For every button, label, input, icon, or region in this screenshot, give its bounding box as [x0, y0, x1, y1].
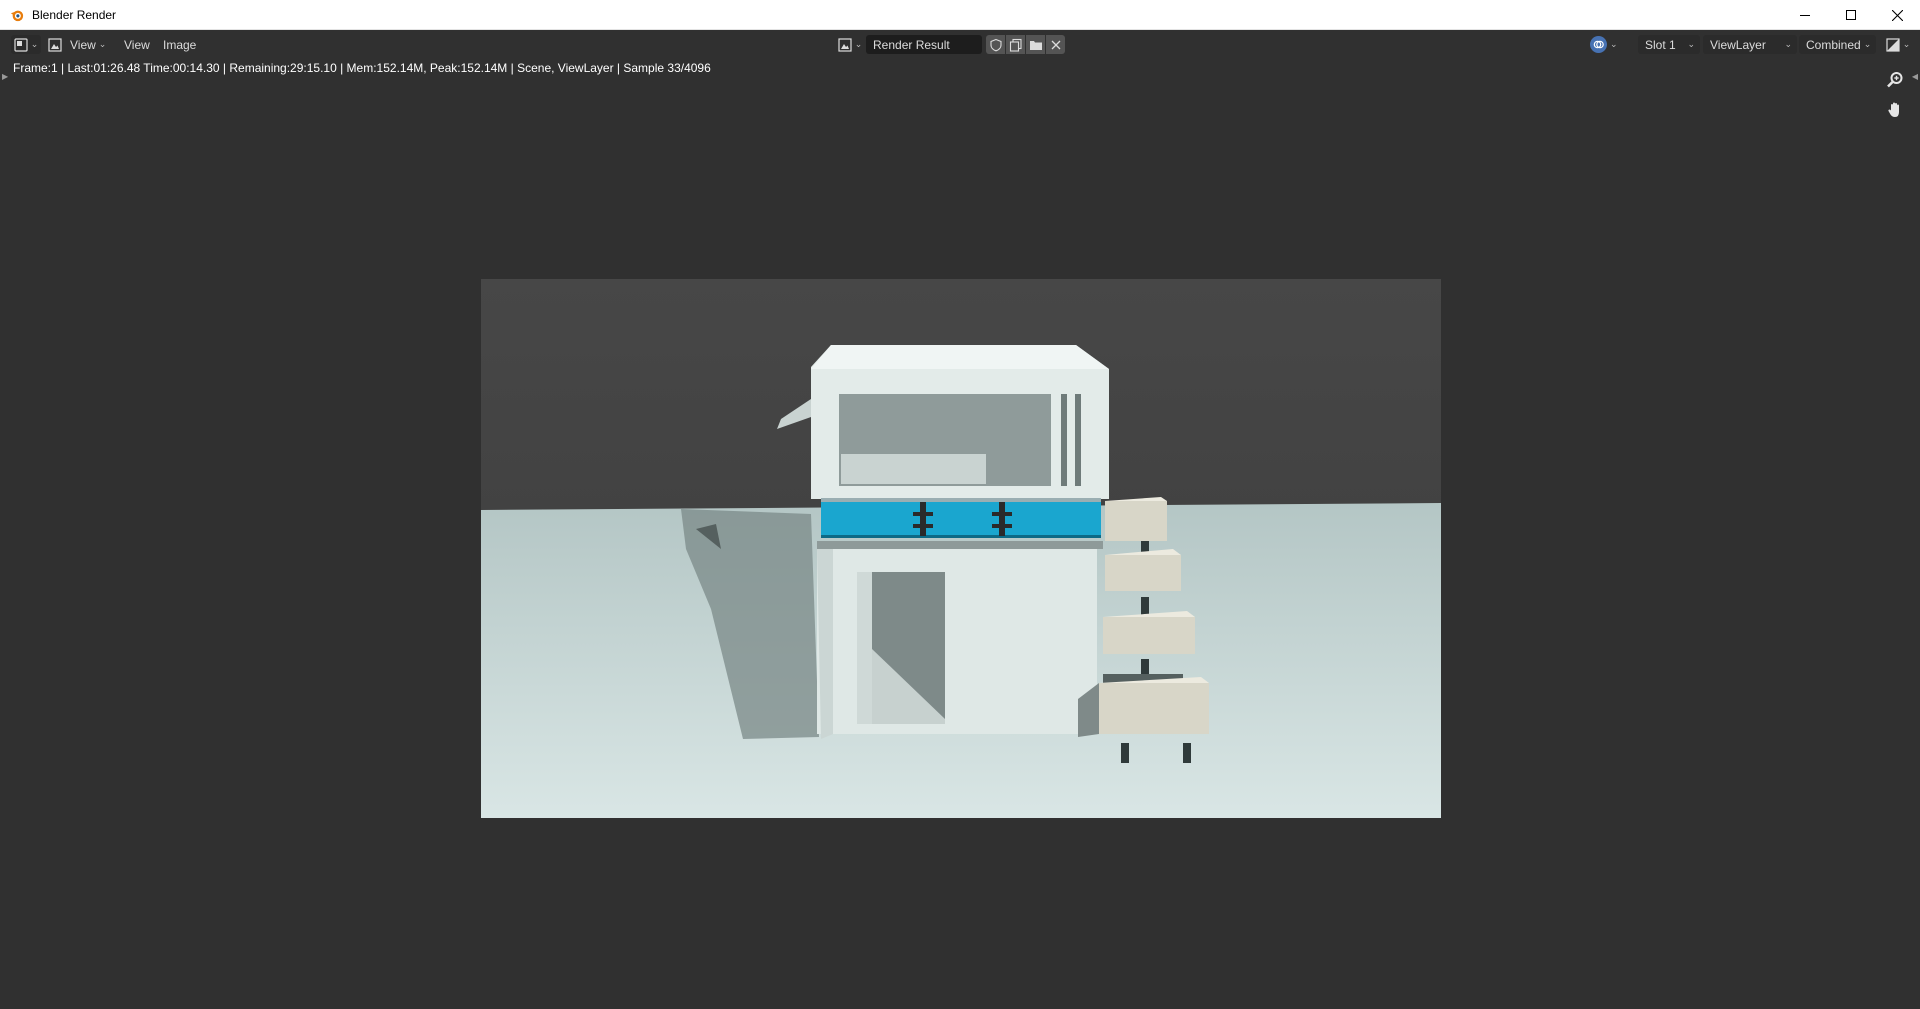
- image-name-field[interactable]: Render Result: [866, 35, 982, 54]
- view-mode-dropdown[interactable]: View ⌄: [48, 35, 106, 54]
- open-image-button[interactable]: [1026, 35, 1045, 54]
- window-title-bar: Blender Render: [0, 0, 1920, 30]
- unlink-image-button[interactable]: [1046, 35, 1065, 54]
- browse-image-button[interactable]: ⌄: [836, 35, 864, 54]
- render-result-image: [481, 279, 1441, 818]
- overlay-icon: [1590, 36, 1607, 53]
- menu-view[interactable]: View: [124, 35, 150, 54]
- slot-dropdown[interactable]: Slot 1 ⌄: [1638, 35, 1700, 54]
- render-pass-dropdown[interactable]: Combined ⌄: [1799, 35, 1876, 54]
- chevron-down-icon: ⌄: [1784, 39, 1792, 50]
- window-controls: [1782, 0, 1920, 30]
- chevron-down-icon: ⌄: [30, 39, 39, 50]
- sidebar-expand-arrow[interactable]: ◀: [1912, 72, 1918, 81]
- minimize-icon: [1800, 15, 1810, 16]
- display-channels-dropdown[interactable]: ⌄: [1883, 35, 1913, 54]
- render-pass-label: Combined: [1806, 37, 1861, 52]
- fake-user-icon: [989, 38, 1002, 51]
- chevron-down-icon: ⌄: [1863, 39, 1872, 50]
- overlay-toggle-button[interactable]: ⌄: [1590, 35, 1626, 54]
- zoom-button[interactable]: [1882, 67, 1908, 93]
- chevron-down-icon: ⌄: [1902, 39, 1911, 50]
- menu-image-label: Image: [163, 37, 197, 52]
- maximize-button[interactable]: [1828, 0, 1874, 30]
- window-title: Blender Render: [32, 7, 117, 22]
- menu-view-label: View: [124, 37, 150, 52]
- view-layer-dropdown[interactable]: ViewLayer ⌄: [1703, 35, 1797, 54]
- close-icon: [1051, 40, 1060, 49]
- slot-label: Slot 1: [1645, 37, 1676, 52]
- image-editor-icon: [14, 37, 28, 52]
- chevron-down-icon: ⌄: [1687, 39, 1695, 50]
- close-window-button[interactable]: [1874, 0, 1920, 30]
- chevron-down-icon: ⌄: [1610, 39, 1618, 50]
- image-editor-header: ⌄ View ⌄ View Image ⌄ Render Result ⌄ Sl…: [0, 31, 1920, 58]
- minimize-button[interactable]: [1782, 0, 1828, 30]
- view-layer-label: ViewLayer: [1710, 37, 1766, 52]
- image-browse-icon: [838, 37, 852, 52]
- hand-pan-icon: [1888, 102, 1899, 117]
- duplicate-icon: [1009, 38, 1022, 52]
- render-status-text: Frame:1 | Last:01:26.48 Time:00:14.30 | …: [13, 61, 711, 75]
- duplicate-image-button[interactable]: [1006, 35, 1025, 54]
- toolbar-expand-arrow[interactable]: ▶: [2, 72, 8, 81]
- chevron-down-icon: ⌄: [854, 39, 863, 50]
- editor-type-button[interactable]: ⌄: [11, 35, 41, 54]
- view-mode-label: View: [70, 37, 96, 52]
- image-name-label: Render Result: [873, 37, 950, 52]
- pan-button[interactable]: [1882, 97, 1908, 123]
- fake-user-button[interactable]: [986, 35, 1005, 54]
- menu-image[interactable]: Image: [163, 35, 196, 54]
- image-view-icon: [48, 37, 62, 52]
- maximize-icon: [1846, 10, 1856, 20]
- close-icon: [1891, 9, 1903, 21]
- open-folder-icon: [1029, 40, 1042, 50]
- chevron-down-icon: ⌄: [98, 39, 107, 50]
- blender-logo-icon: [10, 10, 24, 21]
- zoom-icon: [1887, 72, 1903, 88]
- display-channels-icon: [1886, 37, 1900, 52]
